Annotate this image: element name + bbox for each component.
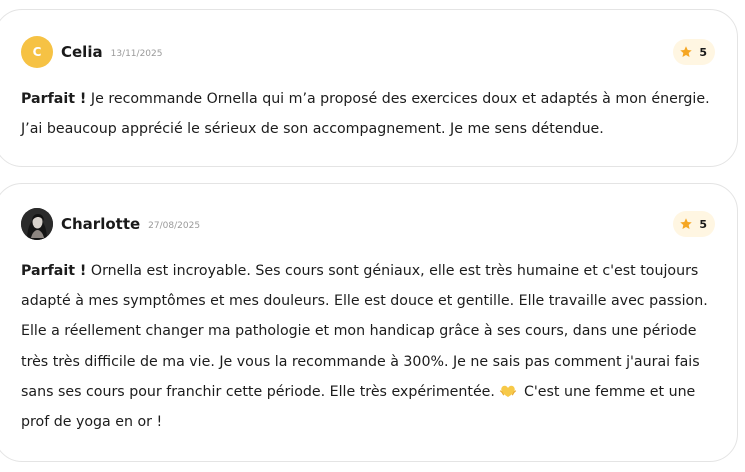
review-body: Ornella est incroyable. Ses cours sont g… xyxy=(21,263,708,400)
review-header: Charlotte 27/08/2025 5 xyxy=(21,208,715,240)
rating-value: 5 xyxy=(699,217,707,231)
review-lead: Parfait ! xyxy=(21,263,87,279)
review-text: Parfait ! Ornella est incroyable. Ses co… xyxy=(21,256,719,437)
reviews-page: C Celia 13/11/2025 5 Parfait ! Je recomm… xyxy=(0,0,745,472)
avatar-initial: C xyxy=(32,45,42,59)
rating-badge: 5 xyxy=(673,39,715,65)
heart-hands-icon xyxy=(500,385,517,397)
avatar xyxy=(21,208,53,240)
review-date: 27/08/2025 xyxy=(148,220,201,231)
avatar: C xyxy=(21,36,53,68)
reviewer-name: Charlotte xyxy=(61,215,141,233)
review-text: Parfait ! Je recommande Ornella qui m’a … xyxy=(21,84,719,144)
review-lead: Parfait ! xyxy=(21,91,87,107)
review-body: Je recommande Ornella qui m’a proposé de… xyxy=(21,91,710,138)
star-icon xyxy=(680,218,693,230)
user-photo-icon xyxy=(21,208,53,240)
review-date: 13/11/2025 xyxy=(110,48,163,59)
reviewer-name: Celia xyxy=(61,43,103,61)
rating-badge: 5 xyxy=(673,211,715,237)
review-card: C Celia 13/11/2025 5 Parfait ! Je recomm… xyxy=(0,9,738,167)
review-card: Charlotte 27/08/2025 5 Parfait ! Ornella… xyxy=(0,183,738,462)
rating-value: 5 xyxy=(699,45,707,59)
review-header: C Celia 13/11/2025 5 xyxy=(21,36,715,68)
star-icon xyxy=(680,46,693,58)
